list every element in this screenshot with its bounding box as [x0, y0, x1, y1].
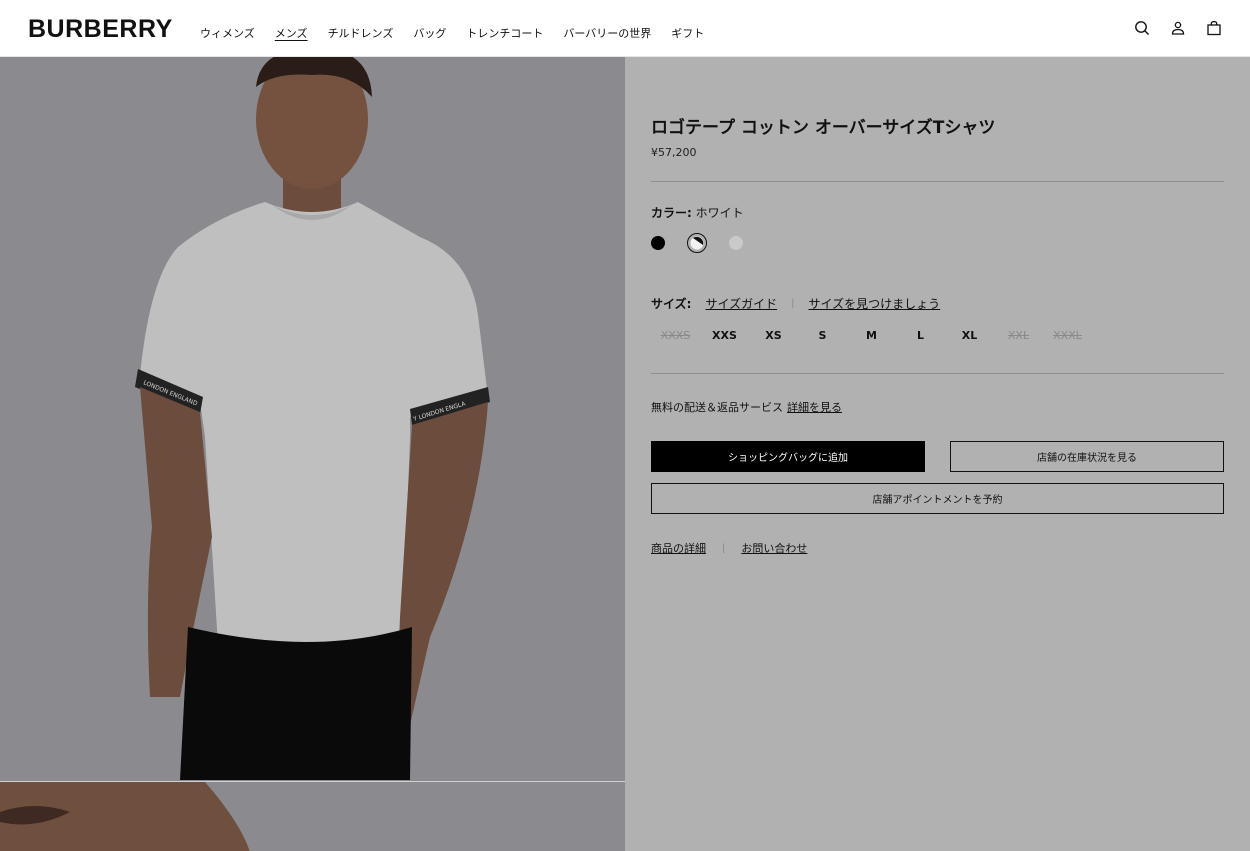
product-image-gallery[interactable]: LONDON ENGLAND Y LONDON ENGLA — [0, 57, 625, 851]
nav-item-trench-coats[interactable]: トレンチコート — [466, 25, 543, 41]
product-info-panel: ロゴテープ コットン オーバーサイズTシャツ ¥57,200 カラー: ホワイト… — [625, 57, 1250, 851]
size-option[interactable]: XXL — [994, 329, 1043, 342]
size-option[interactable]: S — [798, 329, 847, 342]
nav-item-gifts[interactable]: ギフト — [671, 25, 704, 41]
size-option[interactable]: M — [847, 329, 896, 342]
delivery-info: 無料の配送＆返品サービス 詳細を見る — [651, 399, 842, 415]
nav-item-mens[interactable]: メンズ — [275, 25, 308, 41]
store-stock-button[interactable]: 店舗の在庫状況を見る — [950, 441, 1224, 472]
swatch-white[interactable] — [687, 233, 707, 253]
divider — [651, 373, 1224, 374]
search-icon[interactable] — [1134, 20, 1150, 36]
brand-logo[interactable]: BURBERRY — [28, 15, 173, 44]
color-label: カラー: ホワイト — [651, 204, 744, 221]
size-option[interactable]: XL — [945, 329, 994, 342]
swatch-black[interactable] — [651, 236, 665, 250]
product-image-main: LONDON ENGLAND Y LONDON ENGLA — [0, 57, 625, 780]
delivery-details-link[interactable]: 詳細を見る — [787, 401, 842, 414]
size-option[interactable]: XXS — [700, 329, 749, 342]
size-option[interactable]: L — [896, 329, 945, 342]
product-price: ¥57,200 — [651, 146, 697, 159]
swatch-grey[interactable] — [729, 236, 743, 250]
shopping-bag-icon[interactable] — [1206, 20, 1222, 36]
account-icon[interactable] — [1170, 20, 1186, 36]
add-to-bag-button[interactable]: ショッピングバッグに追加 — [651, 441, 925, 472]
divider — [651, 181, 1224, 182]
nav-item-children[interactable]: チルドレンズ — [328, 25, 394, 41]
nav-item-bags[interactable]: バッグ — [413, 25, 446, 41]
header-icons — [1134, 20, 1222, 36]
color-value: ホワイト — [695, 206, 744, 220]
site-header: BURBERRY ウィメンズ メンズ チルドレンズ バッグ トレンチコート バー… — [0, 0, 1250, 57]
size-option[interactable]: XS — [749, 329, 798, 342]
product-details-link[interactable]: 商品の詳細 — [651, 540, 706, 556]
size-row: サイズ: サイズガイド | サイズを見つけましょう — [651, 295, 940, 312]
nav-item-womens[interactable]: ウィメンズ — [200, 25, 255, 41]
size-guide-link[interactable]: サイズガイド — [705, 295, 777, 312]
main-nav: ウィメンズ メンズ チルドレンズ バッグ トレンチコート バーバリーの世界 ギフ… — [200, 25, 704, 41]
color-swatches — [651, 233, 743, 253]
size-option[interactable]: XXXL — [1043, 329, 1092, 342]
size-selector: XXXS XXS XS S M L XL XXL XXXL — [651, 329, 1092, 342]
product-title: ロゴテープ コットン オーバーサイズTシャツ — [651, 118, 996, 138]
size-label: サイズ: — [651, 297, 692, 311]
product-links: 商品の詳細 | お問い合わせ — [651, 540, 807, 556]
nav-item-world-of-burberry[interactable]: バーバリーの世界 — [563, 25, 651, 41]
product-image-secondary — [0, 781, 625, 851]
delivery-text: 無料の配送＆返品サービス — [651, 401, 783, 414]
contact-link[interactable]: お問い合わせ — [741, 540, 807, 556]
color-label-title: カラー: — [651, 206, 692, 220]
book-appointment-button[interactable]: 店舗アポイントメントを予約 — [651, 483, 1224, 514]
separator: | — [791, 298, 795, 309]
find-size-link[interactable]: サイズを見つけましょう — [808, 295, 940, 312]
separator: | — [722, 542, 726, 554]
size-option[interactable]: XXXS — [651, 329, 700, 342]
